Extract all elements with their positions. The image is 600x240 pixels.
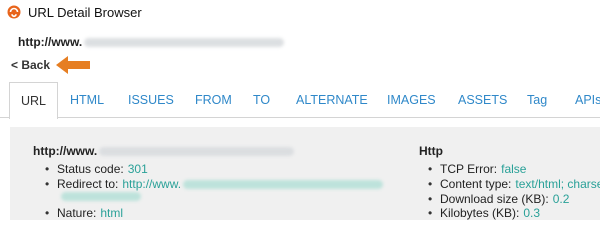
tab-issues[interactable]: ISSUES xyxy=(128,82,174,118)
redirect-value[interactable]: http://www. xyxy=(122,177,181,191)
redirect-row-wrap xyxy=(61,192,141,201)
nature-label: Nature: xyxy=(57,206,97,220)
download-size-label: Download size (KB): xyxy=(440,192,549,206)
redacted-redirect-url-cont xyxy=(61,192,141,201)
bullet: • xyxy=(428,177,433,191)
tab-url[interactable]: URL xyxy=(9,82,59,119)
bullet: • xyxy=(428,162,433,176)
tab-apis[interactable]: APIs xyxy=(575,82,600,118)
page-url: http://www. xyxy=(18,35,285,49)
bullet: • xyxy=(45,177,50,191)
tab-tag[interactable]: Tag xyxy=(527,82,547,118)
nature-row: • Nature: html xyxy=(45,206,123,220)
content-type-row: • Content type: text/html; charse xyxy=(428,177,600,191)
content-type-value: text/html; charse xyxy=(515,177,600,191)
status-code-value: 301 xyxy=(127,162,148,176)
kilobytes-value: 0.3 xyxy=(523,206,541,220)
tcp-error-label: TCP Error: xyxy=(440,162,498,176)
bullet: • xyxy=(428,206,433,220)
url-section-prefix: http://www. xyxy=(33,144,98,158)
status-code-row: • Status code: 301 xyxy=(45,162,148,176)
window-title: URL Detail Browser xyxy=(28,5,142,20)
back-link[interactable]: < Back xyxy=(11,58,50,72)
tab-to[interactable]: TO xyxy=(253,82,270,118)
redacted-redirect-url xyxy=(183,179,384,189)
page-url-prefix: http://www. xyxy=(18,35,83,49)
content-type-label: Content type: xyxy=(440,177,512,191)
kilobytes-label: Kilobytes (KB): xyxy=(440,206,520,220)
download-size-row: • Download size (KB): 0.2 xyxy=(428,192,569,206)
status-code-label: Status code: xyxy=(57,162,124,176)
tab-assets[interactable]: ASSETS xyxy=(458,82,507,118)
app-logo-icon xyxy=(7,5,21,19)
url-section-title: http://www. xyxy=(33,144,295,158)
tab-from[interactable]: FROM xyxy=(195,82,232,118)
title-bar: URL Detail Browser xyxy=(0,0,600,24)
tcp-error-value: false xyxy=(501,162,527,176)
tab-html[interactable]: HTML xyxy=(70,82,104,118)
http-section-title: Http xyxy=(419,144,443,158)
tcp-error-row: • TCP Error: false xyxy=(428,162,526,176)
redacted-url xyxy=(84,37,285,47)
redirect-row: • Redirect to: http://www. xyxy=(45,177,384,191)
bullet: • xyxy=(45,162,50,176)
tab-bar: URL HTML ISSUES FROM TO ALTERNATE IMAGES… xyxy=(0,82,600,119)
tab-alternate[interactable]: ALTERNATE xyxy=(296,82,368,118)
nature-value: html xyxy=(100,206,124,220)
redacted-url-title xyxy=(99,146,295,156)
tab-images[interactable]: IMAGES xyxy=(387,82,436,118)
bullet: • xyxy=(45,206,50,220)
kilobytes-row: • Kilobytes (KB): 0.3 xyxy=(428,206,540,220)
arrow-left-icon xyxy=(56,56,90,74)
bullet: • xyxy=(428,192,433,206)
redirect-label: Redirect to: xyxy=(57,177,119,191)
download-size-value: 0.2 xyxy=(552,192,570,206)
